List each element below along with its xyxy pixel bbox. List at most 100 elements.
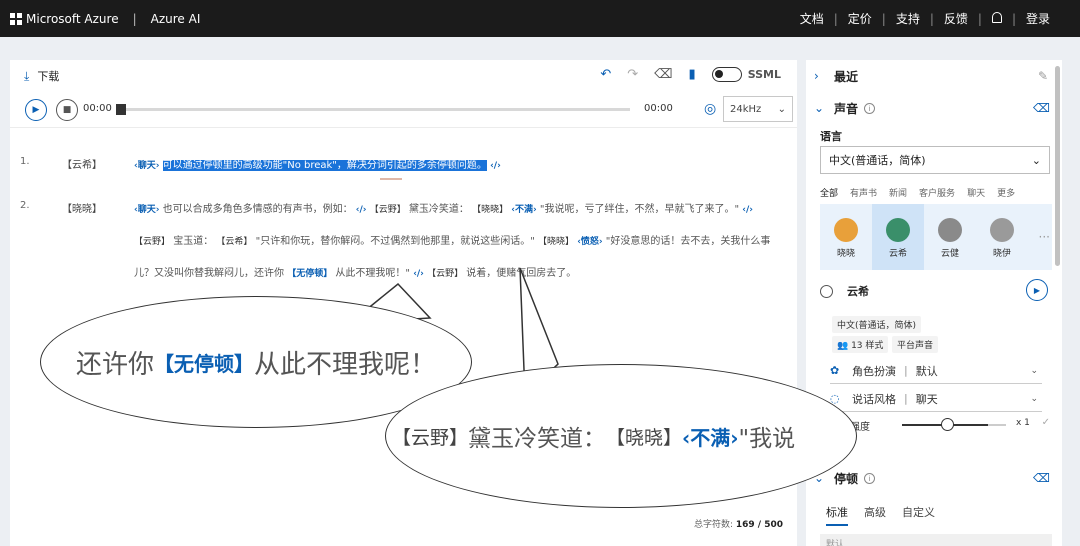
more-icon[interactable]: ···: [1039, 230, 1050, 244]
download-button[interactable]: ⤓ 下载: [24, 68, 59, 84]
voice-card-yunjian[interactable]: 云健: [924, 204, 976, 270]
tab-advanced[interactable]: 高级: [864, 504, 886, 526]
pause-tag[interactable]: 【无停顿】: [287, 269, 332, 279]
pause-box[interactable]: 默认: [820, 534, 1052, 546]
tab-custom[interactable]: 自定义: [902, 504, 935, 526]
brand-name: Microsoft Azure: [26, 11, 119, 26]
style-value: 聊天: [915, 392, 938, 406]
style-select[interactable]: ◌ 说话风格 | 聊天 ⌄: [830, 386, 1042, 412]
top-bar: Microsoft Azure | Azure AI 文档 | 定价 | 支持 …: [0, 0, 1080, 37]
nav-docs[interactable]: 文档: [790, 10, 834, 27]
login-link[interactable]: 登录: [1016, 10, 1060, 27]
callout-style-tag: ‹不满›: [682, 425, 739, 450]
line-number: 1.: [20, 156, 30, 167]
voice-card-name: 晓伊: [992, 249, 1011, 259]
style-separator: |: [904, 392, 908, 405]
style-tag[interactable]: ‹聊天›: [134, 205, 159, 215]
chevron-down-icon: ⌄: [1030, 393, 1038, 404]
category-more[interactable]: 更多: [997, 186, 1015, 199]
progress-track[interactable]: [120, 108, 630, 111]
pencil-icon[interactable]: ✎: [1038, 69, 1048, 83]
callout-text: "我说: [738, 426, 796, 452]
role-tag[interactable]: 【晓晓】: [472, 205, 508, 215]
notifications-button[interactable]: [982, 11, 1012, 26]
info-icon[interactable]: i: [864, 102, 876, 114]
voice-card-xiaoyi[interactable]: 晓伊: [976, 204, 1028, 270]
style-tag[interactable]: ‹聊天›: [134, 161, 159, 171]
undo-icon[interactable]: ↶: [600, 67, 611, 82]
nav-pricing[interactable]: 定价: [838, 10, 882, 27]
callout-pause-tag: 【无停顿】: [154, 351, 254, 376]
category-all[interactable]: 全部: [820, 186, 838, 199]
voice-card-yunxi[interactable]: 云希: [872, 204, 924, 270]
callout-role-tag: 【云野】: [392, 426, 469, 449]
sidebar-scrollbar[interactable]: [1055, 66, 1060, 266]
role-select[interactable]: ✿ 角色扮演 | 默认 ⌄: [830, 358, 1042, 384]
role-tag[interactable]: 【云野】: [370, 205, 406, 215]
line-text: ‹聊天› 也可以合成多角色多情感的有声书，例如： ‹/› 【云野】 黛玉冷笑道：…: [134, 194, 774, 290]
language-label: 语言: [820, 130, 842, 143]
time-end: 00:00: [644, 103, 673, 114]
styles-chip-text: 13 样式: [851, 341, 884, 351]
category-news[interactable]: 新闻: [889, 186, 907, 199]
role-tag[interactable]: 【晓晓】: [538, 237, 574, 247]
char-count: 总字符数: 169 / 500: [694, 517, 783, 530]
voice-categories: 全部 有声书 新闻 客户服务 聊天 更多: [820, 186, 1060, 199]
play-button[interactable]: ▶: [25, 99, 47, 121]
brand[interactable]: Microsoft Azure | Azure AI: [10, 12, 200, 26]
check-icon[interactable]: ✓: [1042, 417, 1050, 428]
ssml-label: SSML: [747, 68, 781, 81]
avatar: [886, 218, 910, 242]
info-icon[interactable]: i: [864, 472, 876, 484]
eraser-icon[interactable]: ⌫: [1033, 471, 1050, 485]
voice-card-name: 云希: [888, 249, 907, 259]
intensity-value: x 1: [1016, 418, 1030, 428]
platform-chip: 平台声音: [892, 336, 939, 353]
voice-card-name: 晓晓: [836, 249, 855, 259]
pause-header[interactable]: ⌄ 停顿 i ⌫: [806, 462, 1062, 494]
pause-tabs: 标准 高级 自定义: [826, 504, 935, 526]
recent-header[interactable]: › 最近 ✎: [806, 60, 1062, 92]
style-icon: ◌: [830, 392, 840, 405]
nav-support[interactable]: 支持: [886, 10, 930, 27]
progress-thumb[interactable]: [116, 104, 126, 115]
time-start: 00:00: [83, 103, 112, 114]
headphones-icon[interactable]: ◎: [704, 101, 716, 117]
nav-feedback[interactable]: 反馈: [934, 10, 978, 27]
slider-thumb[interactable]: [940, 418, 954, 431]
editor-toolbar: ⤓ 下载 ↶ ↷ ⌫ ▮ SSML: [10, 60, 797, 92]
bookmark-icon[interactable]: ▮: [689, 67, 696, 82]
voice-card-xiaoxiao[interactable]: 晓晓: [820, 204, 872, 270]
style-tag[interactable]: ‹不满›: [511, 205, 536, 215]
end-tag: ‹/›: [355, 205, 367, 215]
bell-icon: [991, 11, 1002, 23]
category-chat[interactable]: 聊天: [967, 186, 985, 199]
selected-voice: 云希 ▶: [820, 278, 1052, 304]
category-customer-service[interactable]: 客户服务: [919, 186, 955, 199]
people-icon: 👥: [837, 341, 852, 351]
avatar: [990, 218, 1014, 242]
person-icon: [820, 284, 833, 298]
role-tag[interactable]: 【云野】: [427, 269, 463, 279]
text-segment: 黛玉冷笑道：: [408, 204, 469, 215]
sample-rate-select[interactable]: 24kHz ⌄: [723, 96, 793, 122]
eraser-icon[interactable]: ⌫: [1033, 101, 1050, 115]
pause-title: 停顿: [834, 471, 859, 486]
role-tag[interactable]: 【云野】: [134, 237, 170, 247]
preview-play-button[interactable]: ▶: [1026, 279, 1048, 301]
voice-header[interactable]: ⌄ 声音 i ⌫: [806, 92, 1062, 124]
language-select[interactable]: 中文(普通话，简体) ⌄: [820, 146, 1050, 174]
category-audiobook[interactable]: 有声书: [850, 186, 877, 199]
style-tag[interactable]: ‹愤怒›: [577, 237, 602, 247]
text-segment: "只许和你玩，替你解闷。不过偶然到他那里，就说这些闲话。": [255, 236, 535, 247]
callout-text: 还许你: [75, 349, 154, 380]
ssml-toggle[interactable]: [711, 67, 742, 82]
text-segment: 也可以合成多角色多情感的有声书，例如：: [162, 204, 353, 215]
eraser-icon[interactable]: ⌫: [654, 67, 672, 82]
redo-icon[interactable]: ↷: [627, 67, 638, 82]
editor-line: 1. 【云希】 ‹聊天› 可以通过停顿里的高级功能"No break"，解决分词…: [10, 156, 790, 176]
role-tag[interactable]: 【云希】: [216, 237, 252, 247]
tab-standard[interactable]: 标准: [826, 504, 848, 526]
stop-button[interactable]: ■: [56, 99, 78, 121]
role-separator: |: [904, 364, 908, 377]
